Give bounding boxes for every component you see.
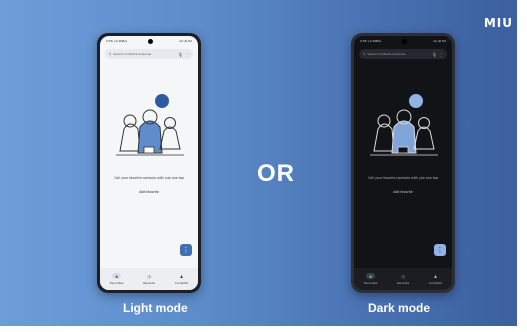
nav-favorites[interactable]: ★ Favorites [109,273,124,285]
phone-screen: 2:56 | 0.1KB/s ull ull 62 ⚲ Search conta… [354,36,452,290]
dark-mode-caption: Dark mode [368,301,431,315]
add-favorite-link[interactable]: Add favorite [354,190,452,194]
light-mode-phone: 2:56 | 0.1KB/s ull ull 62 ⚲ Search conta… [97,33,201,293]
dialpad-button[interactable]: ⋮ [180,244,192,256]
status-indicators: ull ull 62 [433,39,446,43]
status-indicators: ull ull 62 [179,39,192,43]
status-time: 2:56 | 0.1KB/s [106,39,128,43]
dialpad-button[interactable]: ⋮ [434,244,446,256]
nav-favorites-label: Favorites [363,281,378,285]
favorites-illustration [370,94,438,156]
phone-screen: 2:56 | 0.1KB/s ull ull 62 ⚲ Search conta… [100,36,198,290]
nav-recents-label: Recents [397,281,410,285]
nav-recents[interactable]: ◷ Recents [143,273,156,286]
camera-cutout [402,39,407,44]
star-icon: ★ [112,273,122,279]
search-bar[interactable]: ⚲ Search contacts & places 🎙 ⋮ [105,49,193,59]
nav-recents[interactable]: ◷ Recents [397,273,410,286]
nav-favorites-label: Favorites [109,281,124,285]
star-icon: ★ [366,273,376,279]
search-placeholder: Search contacts & places [113,52,152,56]
light-mode-caption: Light mode [123,301,188,315]
nav-favorites[interactable]: ★ Favorites [363,273,378,285]
dialpad-icon: ⋮ [436,246,444,254]
favorites-illustration [116,94,184,156]
people-icon: ♟ [179,273,184,279]
more-icon[interactable]: ⋮ [439,52,443,57]
nav-contacts-label: Contacts [428,281,443,285]
dark-mode-phone: 2:56 | 0.1KB/s ull ull 62 ⚲ Search conta… [351,33,455,293]
more-icon[interactable]: ⋮ [185,52,189,57]
nav-recents-label: Recents [143,281,156,285]
empty-favorites-message: Call your favorite contacts with just on… [114,176,184,180]
status-time: 2:56 | 0.1KB/s [360,39,382,43]
slide-background: MIU OR 2:56 | 0.1KB/s ull ull 62 ⚲ Searc… [0,0,517,326]
search-icon: ⚲ [363,52,366,56]
empty-favorites-message: Call your favorite contacts with just on… [368,176,438,180]
or-label: OR [257,160,295,187]
mic-icon[interactable]: 🎙 [432,52,437,57]
clock-icon: ◷ [401,273,405,279]
camera-cutout [148,39,153,44]
search-icon: ⚲ [109,52,112,56]
dialpad-icon: ⋮ [182,246,190,254]
nav-contacts[interactable]: ♟ Contacts [428,273,443,286]
add-favorite-link[interactable]: Add favorite [100,190,198,194]
bottom-navigation: ★ Favorites ◷ Recents ♟ Contacts [354,268,452,290]
nav-contacts-label: Contacts [174,281,189,285]
mic-icon[interactable]: 🎙 [178,52,183,57]
people-icon: ♟ [433,273,438,279]
search-bar[interactable]: ⚲ Search contacts & places 🎙 ⋮ [359,49,447,59]
clock-icon: ◷ [147,273,151,279]
bottom-navigation: ★ Favorites ◷ Recents ♟ Contacts [100,268,198,290]
nav-contacts[interactable]: ♟ Contacts [174,273,189,286]
search-placeholder: Search contacts & places [367,52,406,56]
brand-logo: MIU [483,16,513,30]
